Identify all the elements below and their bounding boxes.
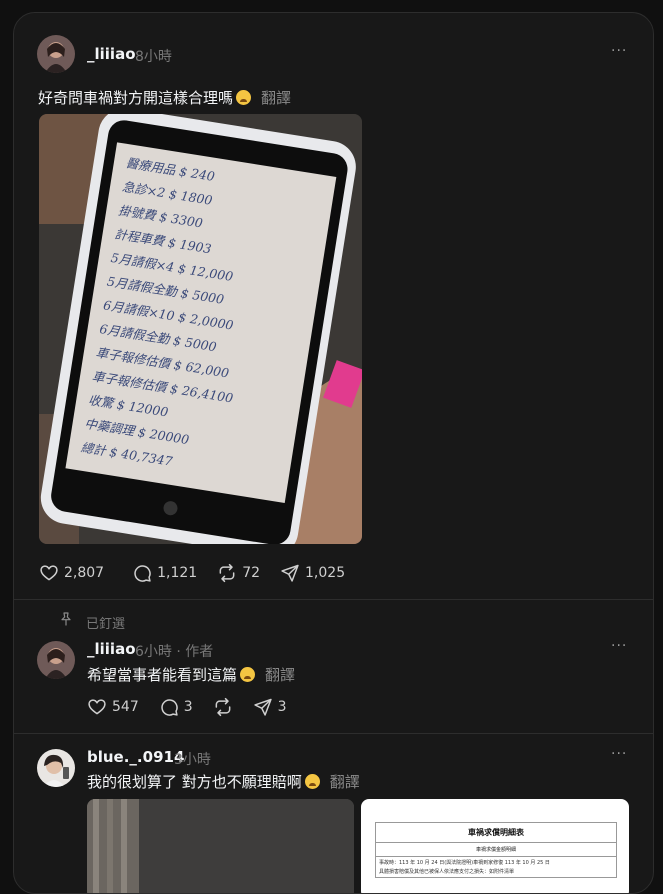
comment-icon xyxy=(134,565,151,582)
post-username[interactable]: _liiiao xyxy=(87,45,136,63)
reply-share-button[interactable]: 3 xyxy=(253,697,287,717)
reply-avatar[interactable] xyxy=(37,641,75,679)
share-count: 1,025 xyxy=(305,565,346,581)
reply-actions: 547 3 3 xyxy=(87,697,307,717)
post-text: 好奇問車禍對方開這樣合理嗎 xyxy=(38,89,234,107)
reply2-time: 3小時 xyxy=(174,752,211,768)
reply-meta: 6小時 · 作者 xyxy=(135,641,213,661)
room-photo xyxy=(87,799,354,893)
like-count: 2,807 xyxy=(64,565,105,581)
comment-button[interactable]: 1,121 xyxy=(132,563,197,583)
send-icon xyxy=(253,698,272,716)
reply-comment-button[interactable]: 3 xyxy=(159,697,193,717)
crying-face-emoji-icon xyxy=(304,774,320,789)
heart-icon xyxy=(40,565,58,581)
pin-icon xyxy=(58,611,74,631)
repost-button[interactable]: 72 xyxy=(217,563,260,583)
divider xyxy=(14,599,653,600)
comment-icon xyxy=(161,699,178,716)
reply2-translate-link[interactable]: 翻譯 xyxy=(330,773,360,791)
like-button[interactable]: 2,807 xyxy=(39,563,104,583)
share-button[interactable]: 1,025 xyxy=(280,563,345,583)
repost-icon xyxy=(219,563,235,583)
document-line: 事故時：113 年 10 月 24 日(與法院證明)車禍到家修復 113 年 1… xyxy=(379,860,550,866)
document-subtitle: 車禍求償金額明細 xyxy=(376,843,616,857)
reply-translate-link[interactable]: 翻譯 xyxy=(265,666,295,684)
sad-face-emoji-icon xyxy=(240,667,256,682)
repost-icon xyxy=(215,697,231,717)
reply-text-line: 希望當事者能看到這篇 翻譯 xyxy=(87,664,295,685)
author-tag: 作者 xyxy=(185,644,214,660)
reply-username[interactable]: _liiiao xyxy=(87,640,136,658)
post-text-line: 好奇問車禍對方開這樣合理嗎 翻譯 xyxy=(38,87,291,108)
repost-count: 72 xyxy=(242,565,261,581)
pinned-label: 已釘選 xyxy=(86,617,126,632)
divider xyxy=(14,733,653,734)
heart-icon xyxy=(88,699,106,715)
document-table: 車禍求償明細表 車禍求償金額明細 事故時：113 年 10 月 24 日(與法院… xyxy=(375,822,617,878)
post-time: 8小時 xyxy=(135,49,172,65)
document-line: 具體損害賠償及其他已被保人依法應支付之損失：如附件清單 xyxy=(379,869,515,875)
thread-panel: _liiiao 8小時 ··· 好奇問車禍對方開這樣合理嗎 翻譯 醫療用品 $ 2… xyxy=(13,12,654,894)
reply2-photo-1[interactable] xyxy=(87,799,354,893)
reply2-text-line: 我的很划算了 對方也不願理賠啊 翻譯 xyxy=(87,771,360,792)
reply-more-options-icon[interactable]: ··· xyxy=(611,638,627,654)
comment-count: 1,121 xyxy=(157,565,198,581)
meta-dot: · xyxy=(176,644,181,660)
reply2-username[interactable]: blue._.0914 xyxy=(87,748,184,766)
document-title: 車禍求償明細表 xyxy=(376,823,616,843)
reply-share-count: 3 xyxy=(277,699,287,715)
reply2-avatar[interactable] xyxy=(37,749,75,787)
reply-like-count: 547 xyxy=(112,699,139,715)
reply2-text: 我的很划算了 對方也不願理賠啊 xyxy=(87,773,302,791)
reply2-document-image[interactable]: 車禍求償明細表 車禍求償金額明細 事故時：113 年 10 月 24 日(與法院… xyxy=(361,799,629,893)
crying-face-emoji-icon xyxy=(236,90,252,105)
post-actions: 2,807 1,121 72 1,025 xyxy=(39,563,365,583)
reply-time: 6小時 xyxy=(135,644,172,660)
translate-link[interactable]: 翻譯 xyxy=(261,89,291,107)
reply-text: 希望當事者能看到這篇 xyxy=(87,666,238,684)
reply-like-button[interactable]: 547 xyxy=(87,697,139,717)
post-photo[interactable]: 醫療用品 $ 240 急診×2 $ 1800 掛號費 $ 3300 計程車費 $ 19… xyxy=(39,114,362,544)
avatar[interactable] xyxy=(37,35,75,73)
reply2-more-options-icon[interactable]: ··· xyxy=(611,746,627,762)
send-icon xyxy=(281,564,299,582)
photo-illustration: 醫療用品 $ 240急診×2 $ 1800掛號費 $ 3300計程車費 $ 19… xyxy=(39,114,362,544)
more-options-icon[interactable]: ··· xyxy=(611,43,627,59)
reply-comment-count: 3 xyxy=(183,699,193,715)
reply-repost-button[interactable] xyxy=(213,697,233,717)
